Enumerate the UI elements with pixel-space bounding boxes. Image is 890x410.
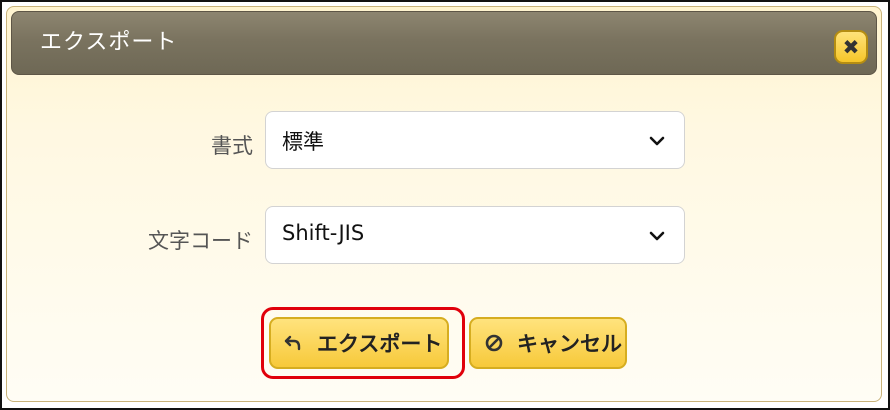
chevron-down-icon xyxy=(649,231,665,241)
export-button[interactable]: エクスポート xyxy=(269,317,449,369)
export-button-label: エクスポート xyxy=(317,332,443,356)
dialog-title: エクスポート xyxy=(40,30,178,55)
close-icon: ✖ xyxy=(842,35,860,59)
undo-arrow-icon xyxy=(283,332,305,354)
encoding-label: 文字コード xyxy=(148,229,253,253)
format-label: 書式 xyxy=(211,134,253,158)
format-select-value: 標準 xyxy=(282,130,324,154)
encoding-select-value: Shift-JIS xyxy=(282,221,365,245)
cancel-button[interactable]: キャンセル xyxy=(469,317,627,369)
close-button[interactable]: ✖ xyxy=(834,30,868,64)
no-entry-icon xyxy=(483,332,505,354)
cancel-button-label: キャンセル xyxy=(517,332,622,356)
format-select[interactable]: 標準 xyxy=(265,111,685,169)
encoding-select[interactable]: Shift-JIS xyxy=(265,206,685,264)
screenshot-frame: エクスポート ✖ 書式 標準 文字コード Shift-JIS エクスポート キャ… xyxy=(0,0,890,410)
dialog-titlebar[interactable]: エクスポート ✖ xyxy=(11,11,877,75)
chevron-down-icon xyxy=(649,136,665,146)
export-dialog: エクスポート ✖ 書式 標準 文字コード Shift-JIS エクスポート キャ… xyxy=(6,6,882,402)
